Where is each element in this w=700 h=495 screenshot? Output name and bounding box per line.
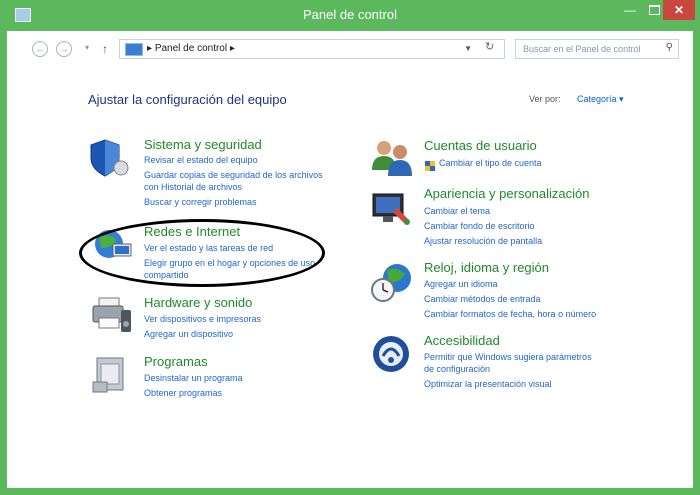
highlight-oval [79, 219, 325, 287]
printer-speaker-icon[interactable] [91, 294, 135, 336]
recent-locations-button[interactable]: ▾ [80, 41, 94, 55]
control-panel-window: Panel de control — ✕ ← → ▾ ↑ ▸ Panel de … [0, 0, 700, 495]
link-agregar-idioma[interactable]: Agregar un idioma [424, 279, 498, 290]
category-apariencia[interactable]: Apariencia y personalización [424, 186, 589, 201]
forward-button[interactable]: → [56, 41, 72, 57]
link-obtener-programas[interactable]: Obtener programas [144, 388, 222, 399]
link-guardar-copias[interactable]: Guardar copias de seguridad de los archi… [144, 170, 323, 181]
page-title: Ajustar la configuración del equipo [88, 92, 287, 107]
link-ajustar-resolucion[interactable]: Ajustar resolución de pantalla [424, 236, 542, 247]
link-cambiar-fondo[interactable]: Cambiar fondo de escritorio [424, 221, 535, 232]
maximize-button[interactable] [643, 0, 665, 20]
close-icon: ✕ [673, 3, 685, 17]
link-optimizar-presentacion[interactable]: Optimizar la presentación visual [424, 379, 552, 390]
accessibility-icon[interactable] [371, 334, 413, 376]
link-cambiar-metodos[interactable]: Cambiar métodos de entrada [424, 294, 541, 305]
category-programas[interactable]: Programas [144, 354, 208, 369]
view-by-label: Ver por: [529, 94, 561, 104]
address-dropdown-icon[interactable]: ▼ [464, 44, 472, 53]
search-input[interactable]: Buscar en el Panel de control [523, 44, 641, 54]
category-cuentas-usuario[interactable]: Cuentas de usuario [424, 138, 537, 153]
breadcrumb-separator: ▸ [229, 43, 235, 54]
refresh-button[interactable]: ↻ [485, 40, 494, 53]
shield-icon[interactable] [87, 136, 131, 180]
link-agregar-dispositivo[interactable]: Agregar un dispositivo [144, 329, 233, 340]
close-button[interactable]: ✕ [663, 0, 695, 20]
link-buscar-problemas[interactable]: Buscar y corregir problemas [144, 197, 257, 208]
breadcrumb-separator: ▸ [147, 43, 153, 54]
control-panel-icon [125, 43, 143, 56]
link-cambiar-formatos[interactable]: Cambiar formatos de fecha, hora o número [424, 309, 596, 320]
category-accesibilidad[interactable]: Accesibilidad [424, 333, 500, 348]
search-box[interactable]: Buscar en el Panel de control ⚲ [515, 39, 679, 59]
link-permitir-sugerencias[interactable]: Permitir que Windows sugiera parámetros [424, 352, 592, 363]
window-title: Panel de control [303, 7, 397, 22]
breadcrumb-item[interactable]: Panel de control [155, 43, 227, 54]
minimize-button[interactable]: — [619, 0, 641, 20]
category-reloj-idioma[interactable]: Reloj, idioma y región [424, 260, 549, 275]
forward-arrow-icon: → [59, 44, 69, 54]
address-path[interactable]: ▸ Panel de control ▸ [147, 43, 235, 54]
title-bar[interactable]: Panel de control — ✕ [7, 0, 695, 31]
search-icon[interactable]: ⚲ [666, 42, 673, 53]
refresh-icon: ↻ [485, 41, 495, 53]
clock-globe-icon[interactable] [369, 260, 415, 306]
users-icon[interactable] [370, 136, 416, 180]
category-hardware-sonido[interactable]: Hardware y sonido [144, 295, 252, 310]
up-button[interactable]: ↑ [102, 42, 108, 56]
back-arrow-icon: ← [35, 44, 45, 54]
back-button[interactable]: ← [32, 41, 48, 57]
uac-shield-icon [425, 158, 435, 171]
link-cambiar-tipo-cuenta[interactable]: Cambiar el tipo de cuenta [439, 158, 542, 169]
link-de-configuracion[interactable]: de configuración [424, 364, 490, 375]
link-cambiar-tema[interactable]: Cambiar el tema [424, 206, 490, 217]
navigation-bar: ← → ▾ ↑ ▸ Panel de control ▸ ▼ ↻ Buscar … [7, 31, 693, 69]
programs-icon[interactable] [91, 354, 131, 396]
link-revisar-estado[interactable]: Revisar el estado del equipo [144, 155, 258, 166]
category-sistema-seguridad[interactable]: Sistema y seguridad [144, 137, 262, 152]
monitor-paint-icon[interactable] [371, 190, 413, 232]
link-historial-archivos[interactable]: con Historial de archivos [144, 182, 242, 193]
chevron-down-icon: ▾ [84, 43, 89, 52]
address-bar[interactable]: ▸ Panel de control ▸ ▼ [119, 39, 505, 59]
link-desinstalar-programa[interactable]: Desinstalar un programa [144, 373, 243, 384]
up-arrow-icon: ↑ [102, 42, 108, 56]
maximize-icon [648, 5, 660, 15]
view-by-dropdown[interactable]: Categoría ▾ [577, 94, 624, 105]
link-ver-dispositivos[interactable]: Ver dispositivos e impresoras [144, 314, 261, 325]
